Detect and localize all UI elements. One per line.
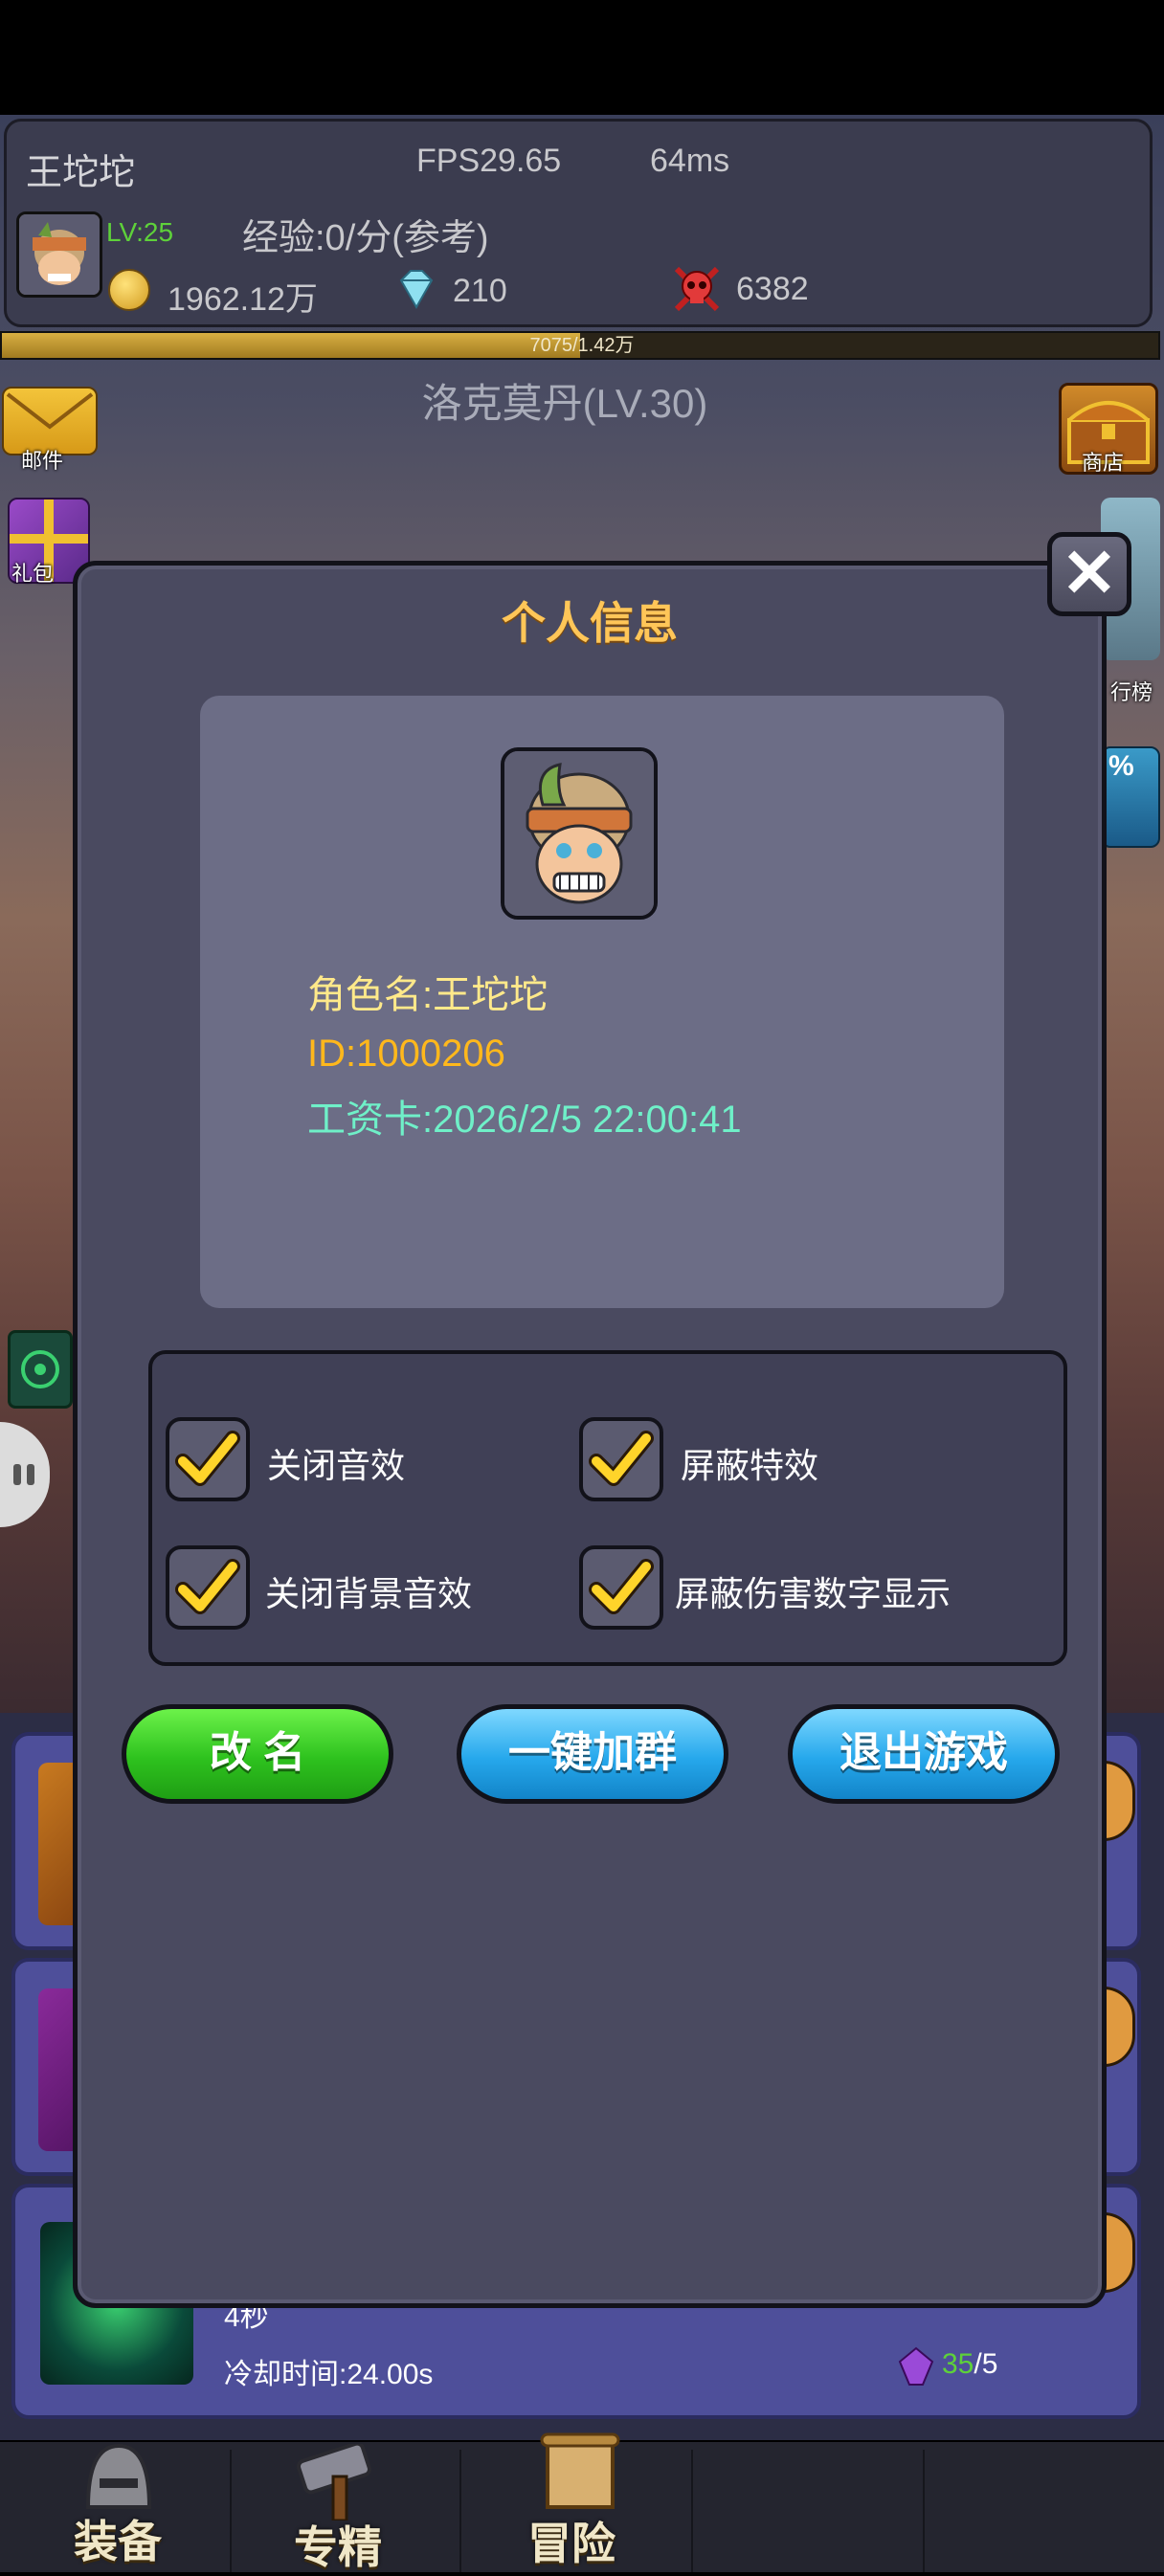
- xp-progress-text: 7075/1.42万: [529, 335, 635, 356]
- close-button[interactable]: ✕: [1047, 532, 1131, 616]
- mute-bgm-label: 关闭背景音效: [265, 1574, 473, 1613]
- hide-damage-numbers-label: 屏蔽伤害数字显示: [675, 1574, 951, 1613]
- exp-rate: 经验:0/分(参考): [242, 218, 489, 258]
- join-group-button[interactable]: 一键加群: [457, 1704, 728, 1804]
- player-id: ID:1000206: [307, 1033, 505, 1075]
- crosshair-icon: [21, 1350, 59, 1388]
- nav-label-equip: 装备: [74, 2517, 162, 2566]
- target-button[interactable]: [8, 1330, 73, 1409]
- gold-coin-icon: [108, 269, 150, 311]
- gem-max: /5: [974, 2348, 998, 2380]
- nav-tab-equip[interactable]: 装备: [4, 2443, 232, 2572]
- dialog-title: 个人信息: [502, 598, 678, 648]
- nav-label-adventure: 冒险: [527, 2519, 616, 2568]
- profile-avatar[interactable]: [501, 747, 658, 920]
- ping-readout: 64ms: [650, 143, 730, 179]
- hero-portrait-icon: [504, 751, 654, 916]
- mute-bgm-checkbox[interactable]: [166, 1545, 250, 1630]
- scroll-map-icon: [540, 2432, 620, 2509]
- purple-gem-icon: [898, 2346, 934, 2387]
- mute-sfx-label: 关闭音效: [267, 1446, 406, 1485]
- player-hud: 王坨坨 FPS29.65 64ms LV:25 经验:0/分(参考) 1962.…: [4, 119, 1153, 327]
- wage-card-expiry: 工资卡:2026/2/5 22:00:41: [307, 1099, 742, 1141]
- skull-icon: [671, 263, 723, 315]
- mute-sfx-checkbox[interactable]: [166, 1417, 250, 1501]
- fps-readout: FPS29.65: [416, 143, 562, 179]
- hide-damage-numbers-checkbox[interactable]: [579, 1545, 663, 1630]
- bonus-button[interactable]: %: [1101, 746, 1160, 848]
- pause-icon: [13, 1464, 34, 1485]
- hide-effects-checkbox[interactable]: [579, 1417, 663, 1501]
- nav-tab-empty-2: [929, 2450, 1156, 2572]
- quit-game-button[interactable]: 退出游戏: [788, 1704, 1060, 1804]
- kill-count: 6382: [736, 271, 809, 307]
- checkmark-icon: [175, 1431, 240, 1486]
- stage-name: 洛克莫丹(LV.30): [421, 381, 708, 426]
- nav-tab-empty-1: [697, 2450, 925, 2572]
- role-name: 角色名:王坨坨: [307, 974, 548, 1016]
- mail-label: 邮件: [21, 449, 64, 473]
- checkmark-icon: [589, 1559, 654, 1614]
- nav-tab-adventure[interactable]: 冒险: [465, 2432, 693, 2572]
- hide-effects-label: 屏蔽特效: [681, 1446, 819, 1485]
- nav-tab-specialize[interactable]: 专精: [234, 2444, 461, 2572]
- checkmark-icon: [175, 1559, 240, 1614]
- ranking-label-partial: 行榜: [1110, 680, 1153, 704]
- nav-label-specialize: 专精: [294, 2522, 382, 2572]
- diamond-icon: [395, 267, 437, 311]
- gem-count: 35: [942, 2348, 974, 2380]
- hammer-icon: [297, 2444, 371, 2520]
- shop-label: 商店: [1082, 451, 1125, 475]
- settings-panel: 关闭音效 屏蔽特效 关闭背景音效 屏蔽伤害数字显示: [148, 1350, 1067, 1666]
- player-level: LV:25: [106, 217, 174, 247]
- bonus-percent-partial: %: [1108, 750, 1134, 782]
- close-icon: ✕: [1061, 536, 1118, 611]
- xp-progress-bar: 7075/1.42万: [0, 331, 1160, 360]
- player-name: 王坨坨: [26, 153, 136, 193]
- pause-button[interactable]: [0, 1422, 50, 1527]
- rename-button[interactable]: 改 名: [122, 1704, 393, 1804]
- profile-dialog: 个人信息 角色名:王坨坨 ID:1000206 工资卡:2026/2/5 22:…: [73, 561, 1107, 2308]
- helmet-icon: [85, 2443, 152, 2509]
- gold-amount: 1962.12万: [168, 281, 318, 318]
- hero-portrait-icon: [19, 214, 100, 295]
- checkmark-icon: [589, 1431, 654, 1486]
- gift-label: 礼包: [11, 562, 55, 586]
- hud-avatar[interactable]: [16, 211, 102, 298]
- diamond-amount: 210: [453, 273, 507, 309]
- skill-3-cooldown: 冷却时间:24.00s: [224, 2359, 434, 2390]
- gem-counter: 35/5: [942, 2348, 997, 2381]
